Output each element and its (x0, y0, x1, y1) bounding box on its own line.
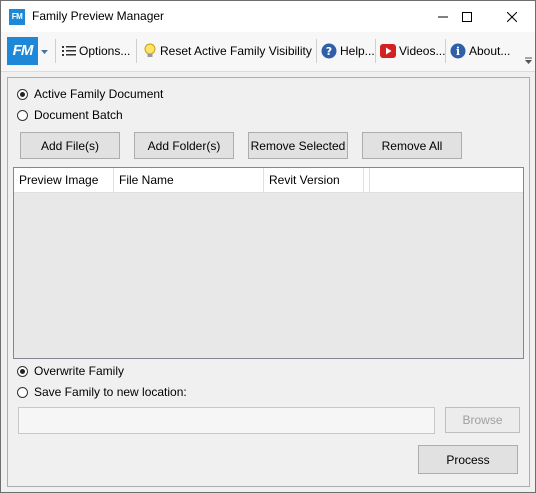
grid-header: Preview Image File Name Revit Version (14, 168, 523, 193)
close-icon (507, 11, 517, 22)
toolbar-separator (55, 39, 56, 63)
lightbulb-icon (143, 43, 157, 59)
maximize-icon (462, 11, 472, 22)
svg-text:?: ? (326, 45, 332, 58)
radio-unchecked-icon (17, 109, 28, 121)
column-header-spacer (364, 168, 370, 192)
about-button[interactable]: i About... (450, 41, 510, 61)
close-button[interactable] (489, 1, 535, 32)
app-window: FM Family Preview Manager FM Options... (0, 0, 536, 493)
save-location-input[interactable] (18, 407, 435, 434)
active-family-label: Active Family Document (34, 87, 164, 101)
about-label: About... (469, 44, 511, 58)
document-batch-radio[interactable]: Document Batch (17, 108, 123, 122)
help-icon: ? (321, 43, 337, 59)
save-new-location-radio[interactable]: Save Family to new location: (17, 385, 187, 399)
process-button[interactable]: Process (418, 445, 518, 474)
toolbar-separator (445, 39, 446, 63)
files-grid[interactable]: Preview Image File Name Revit Version (13, 167, 524, 359)
active-family-radio[interactable]: Active Family Document (17, 87, 163, 101)
fm-logo-icon[interactable]: FM (7, 37, 38, 65)
window-title: Family Preview Manager (32, 9, 165, 23)
column-header-revit-version[interactable]: Revit Version (264, 168, 364, 192)
video-play-icon (380, 43, 396, 59)
save-new-location-label: Save Family to new location: (34, 385, 187, 399)
toolbar-separator (375, 39, 376, 63)
toolbar-separator (316, 39, 317, 63)
reset-visibility-button[interactable]: Reset Active Family Visibility (143, 41, 312, 61)
overwrite-family-radio[interactable]: Overwrite Family (17, 364, 124, 378)
videos-button[interactable]: Videos... (380, 41, 445, 61)
chevron-down-icon (41, 49, 48, 54)
browse-button[interactable]: Browse (445, 407, 520, 433)
add-files-button[interactable]: Add File(s) (20, 132, 120, 159)
app-logo-icon: FM (9, 9, 25, 25)
add-folders-button[interactable]: Add Folder(s) (134, 132, 234, 159)
options-button[interactable]: Options... (62, 41, 130, 61)
list-icon (62, 45, 76, 57)
help-button[interactable]: ? Help... (321, 41, 375, 61)
remove-selected-button[interactable]: Remove Selected (248, 132, 348, 159)
column-header-preview-image[interactable]: Preview Image (14, 168, 114, 192)
help-label: Help... (340, 44, 375, 58)
info-icon: i (450, 43, 466, 59)
overflow-chevron-icon (525, 57, 532, 64)
remove-all-button[interactable]: Remove All (362, 132, 462, 159)
videos-label: Videos... (399, 44, 446, 58)
logo-dropdown-button[interactable] (41, 48, 48, 56)
reset-visibility-label: Reset Active Family Visibility (160, 44, 312, 58)
toolbar-separator (136, 39, 137, 63)
radio-checked-icon (17, 365, 28, 377)
radio-checked-icon (17, 88, 28, 100)
options-label: Options... (79, 44, 131, 58)
maximize-button[interactable] (444, 1, 490, 32)
column-header-file-name[interactable]: File Name (114, 168, 264, 192)
main-panel: Active Family Document Document Batch Ad… (7, 77, 530, 487)
title-bar: FM Family Preview Manager (1, 1, 535, 32)
overwrite-family-label: Overwrite Family (34, 364, 125, 378)
toolbar: FM Options... Reset Active Family Visibi… (1, 32, 535, 72)
document-batch-label: Document Batch (34, 108, 123, 122)
svg-text:i: i (456, 45, 460, 58)
radio-unchecked-icon (17, 386, 28, 398)
toolbar-overflow-button[interactable] (525, 56, 532, 66)
